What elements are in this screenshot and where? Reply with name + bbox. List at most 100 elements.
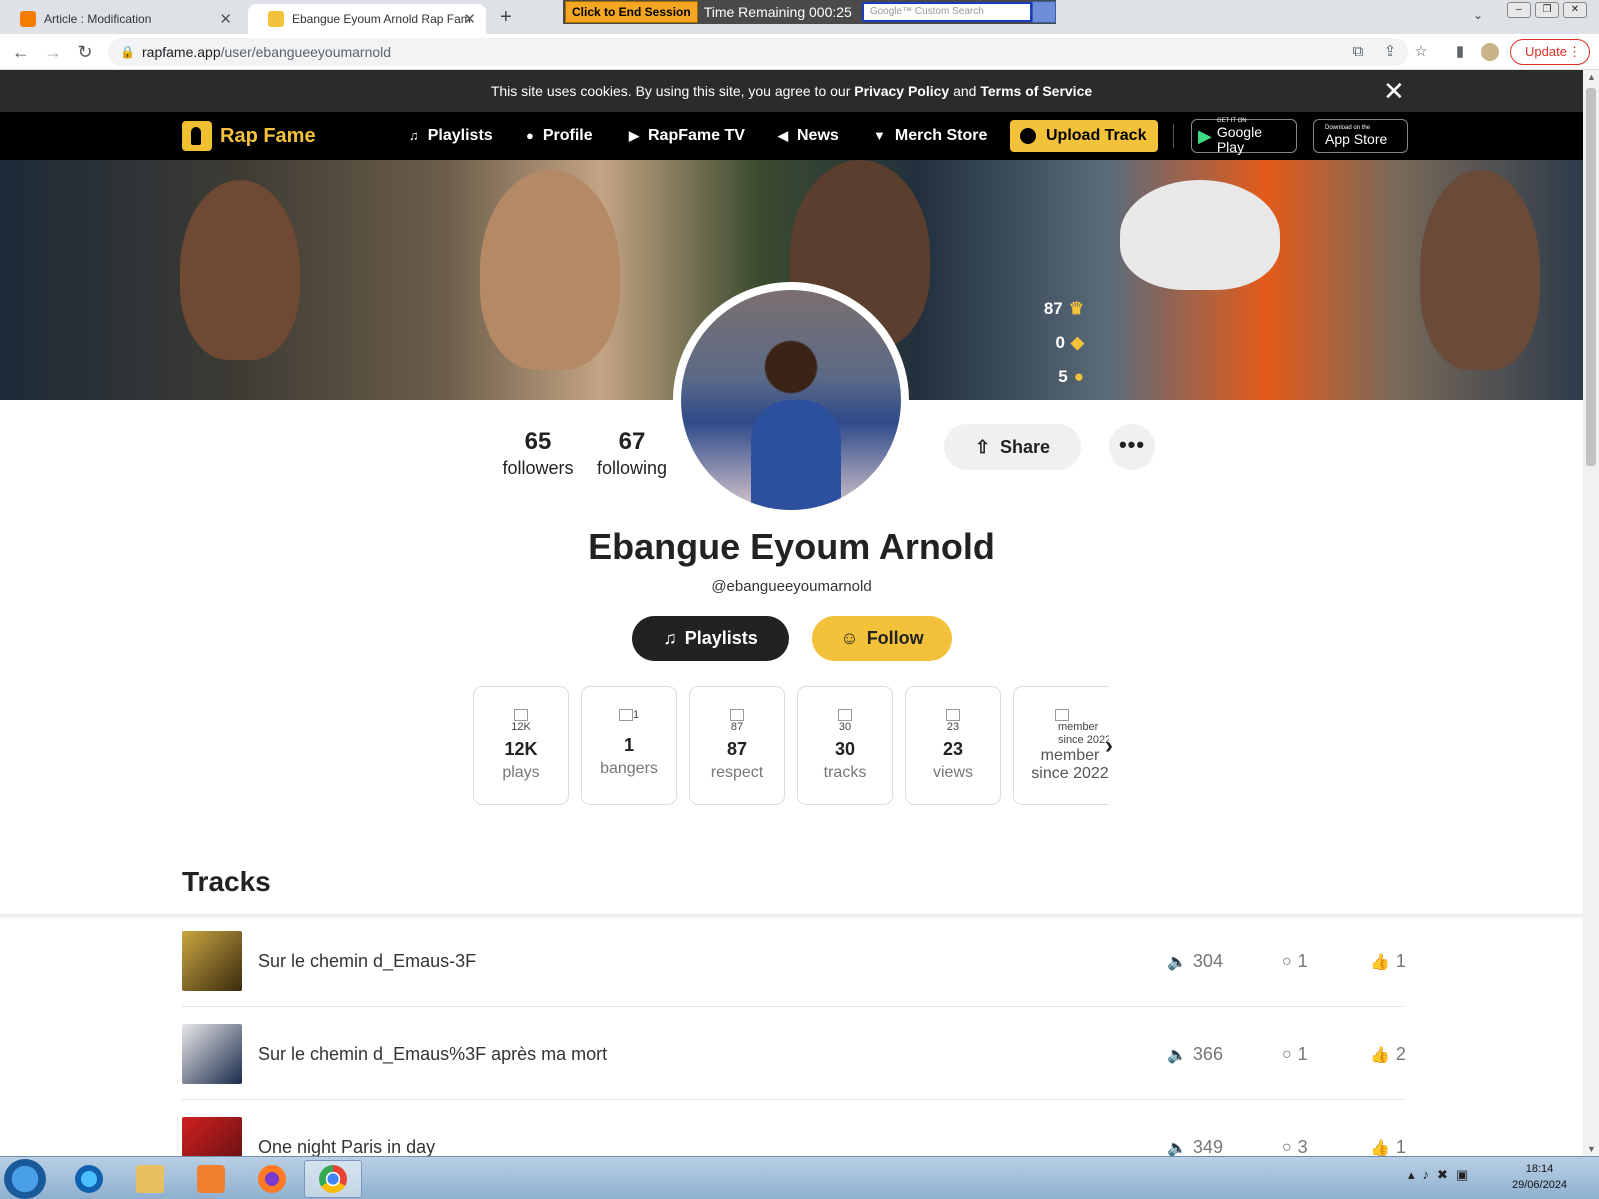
search-button[interactable]: [1031, 1, 1056, 23]
stat-value: 1: [623, 735, 634, 755]
lock-icon: 🔒: [120, 45, 135, 59]
tab-article-modification[interactable]: Article : Modification ✕: [0, 4, 242, 34]
plays-value: 349: [1192, 1137, 1223, 1157]
stat-label: tracks: [823, 764, 867, 781]
page-scrollbar[interactable]: ▲ ▼: [1583, 70, 1599, 1156]
scroll-thumb[interactable]: [1586, 88, 1596, 466]
update-chrome-button[interactable]: Update ⋮: [1510, 39, 1590, 65]
track-thumbnail[interactable]: [182, 1024, 242, 1084]
crown-icon: ♛: [1068, 299, 1084, 318]
tab-list-chevron-icon[interactable]: ⌄: [1473, 8, 1483, 22]
speaker-icon: 🔈: [1167, 953, 1187, 971]
system-clock[interactable]: 18:14 29/06/2024: [1512, 1161, 1567, 1193]
site-navbar: Rap Fame ♫ Playlists ● Profile ▶ RapFame TV…: [0, 112, 1583, 160]
terms-link[interactable]: Terms of Service: [980, 83, 1092, 99]
time-remaining-label: Time Remaining 000:25: [703, 4, 852, 20]
profile-name: Ebangue Eyoum Arnold: [588, 526, 995, 567]
close-tab-icon[interactable]: ✕: [463, 10, 476, 28]
broken-image-icon: 87: [690, 709, 784, 739]
end-session-button[interactable]: Click to End Session: [565, 1, 698, 23]
follow-button[interactable]: ☺ Follow: [812, 616, 952, 661]
rapfame-favicon-icon: [268, 11, 284, 27]
plays-count: 🔈 349: [1167, 1137, 1223, 1158]
stat-label: plays: [502, 764, 540, 781]
tab-rapfame-profile[interactable]: Ebangue Eyoum Arnold Rap Fam ✕: [248, 4, 486, 34]
track-thumbnail[interactable]: [182, 931, 242, 991]
new-tab-button[interactable]: +: [500, 6, 512, 29]
chrome-taskbar-icon[interactable]: [304, 1160, 362, 1198]
nav-playlists[interactable]: ♫ Playlists: [409, 112, 493, 160]
side-panel-icon[interactable]: ▮: [1451, 43, 1469, 61]
start-button[interactable]: [4, 1159, 46, 1199]
nav-merch-store[interactable]: ▼ Merch Store: [873, 112, 987, 160]
privacy-policy-link[interactable]: Privacy Policy: [854, 83, 949, 99]
likes-count[interactable]: 👍 1: [1370, 1137, 1406, 1158]
upload-track-button[interactable]: Upload Track: [1010, 120, 1158, 152]
cover-figure: [480, 170, 620, 370]
close-tab-icon[interactable]: ✕: [219, 10, 232, 28]
broken-image-icon: 1: [582, 709, 676, 735]
likes-value: 1: [1395, 1137, 1406, 1157]
stat-value: 12K: [504, 739, 538, 759]
minimize-button[interactable]: –: [1507, 2, 1531, 18]
rapfame-logo[interactable]: Rap Fame: [182, 121, 316, 151]
volume-icon[interactable]: ♪: [1423, 1167, 1430, 1183]
share-button[interactable]: ⇧ Share: [944, 424, 1081, 470]
likes-count[interactable]: 👍 1: [1370, 951, 1406, 972]
comments-count[interactable]: ○ 3: [1282, 1137, 1308, 1158]
internet-explorer-taskbar-icon[interactable]: [60, 1160, 118, 1198]
more-options-button[interactable]: •••: [1109, 424, 1155, 470]
bookmark-star-icon[interactable]: ☆: [1412, 43, 1430, 61]
forward-icon[interactable]: →: [42, 41, 64, 63]
followers-stat[interactable]: 65 followers: [500, 428, 576, 479]
plays-value: 366: [1192, 1044, 1223, 1064]
nav-profile[interactable]: ● Profile: [526, 112, 593, 160]
likes-count[interactable]: 👍 2: [1370, 1044, 1406, 1065]
nav-rapfame-tv[interactable]: ▶ RapFame TV: [629, 112, 745, 160]
scroll-down-icon[interactable]: ▼: [1587, 1144, 1596, 1154]
upload-share-icon: ⇧: [974, 436, 991, 457]
comments-count[interactable]: ○ 1: [1282, 1044, 1308, 1065]
table-row[interactable]: Sur le chemin d_Emaus-3F 🔈 304 ○ 1 👍 1: [182, 915, 1406, 1007]
network-error-icon[interactable]: ✖: [1437, 1167, 1448, 1183]
reload-icon[interactable]: ↻: [74, 41, 96, 63]
stat-card-plays: 12K 12K plays: [473, 686, 569, 805]
table-row[interactable]: Sur le chemin d_Emaus%3F après ma mort 🔈…: [182, 1008, 1406, 1100]
back-icon[interactable]: ←: [10, 41, 32, 63]
profile-avatar-icon[interactable]: [1481, 43, 1499, 61]
nav-label: News: [797, 127, 839, 144]
kebab-menu-icon: ⋮: [1568, 44, 1581, 59]
comments-count[interactable]: ○ 1: [1282, 951, 1308, 972]
logo-text: Rap Fame: [220, 124, 316, 147]
tray-expand-icon[interactable]: ▴: [1408, 1167, 1415, 1183]
scroll-up-icon[interactable]: ▲: [1587, 72, 1596, 82]
track-title[interactable]: Sur le chemin d_Emaus-3F: [258, 951, 476, 972]
share-page-icon[interactable]: ⇪: [1381, 43, 1399, 61]
action-center-icon[interactable]: ▣: [1456, 1167, 1468, 1183]
firefox-taskbar-icon[interactable]: [243, 1160, 301, 1198]
track-title[interactable]: Sur le chemin d_Emaus%3F après ma mort: [258, 1044, 607, 1065]
chevron-right-icon[interactable]: ›: [1105, 732, 1113, 760]
image-alt: 12K: [511, 721, 531, 733]
respect-value: 87: [1043, 299, 1063, 318]
stat-label: respect: [710, 764, 764, 781]
track-title[interactable]: One night Paris in day: [258, 1137, 435, 1158]
address-bar[interactable]: 🔒 rapfame.app/user/ebangueeyoumarnold: [108, 38, 1408, 66]
media-player-taskbar-icon[interactable]: [182, 1160, 240, 1198]
user-icon: ●: [526, 128, 534, 143]
badge-stats: 87 ♛ 0 ◆ 5 ●: [1028, 292, 1084, 394]
broken-image-icon: member since 2022: [1014, 709, 1109, 746]
google-custom-search-input[interactable]: Google™ Custom Search: [861, 2, 1032, 22]
google-play-badge[interactable]: ▶ GET IT ON Google Play: [1191, 118, 1297, 154]
following-stat[interactable]: 67 following: [594, 428, 670, 479]
nav-news[interactable]: ◀ News: [778, 112, 839, 160]
stat-label: bangers: [600, 760, 658, 777]
translate-icon[interactable]: ⧉: [1349, 43, 1367, 61]
restore-button[interactable]: ❐: [1535, 2, 1559, 18]
file-explorer-taskbar-icon[interactable]: [121, 1160, 179, 1198]
close-window-button[interactable]: ✕: [1563, 2, 1587, 18]
playlists-button[interactable]: ♫ Playlists: [632, 616, 789, 661]
close-icon[interactable]: ✕: [1383, 70, 1405, 112]
app-store-badge[interactable]: Download on the App Store: [1313, 119, 1408, 153]
stat-value: 30: [834, 739, 856, 759]
